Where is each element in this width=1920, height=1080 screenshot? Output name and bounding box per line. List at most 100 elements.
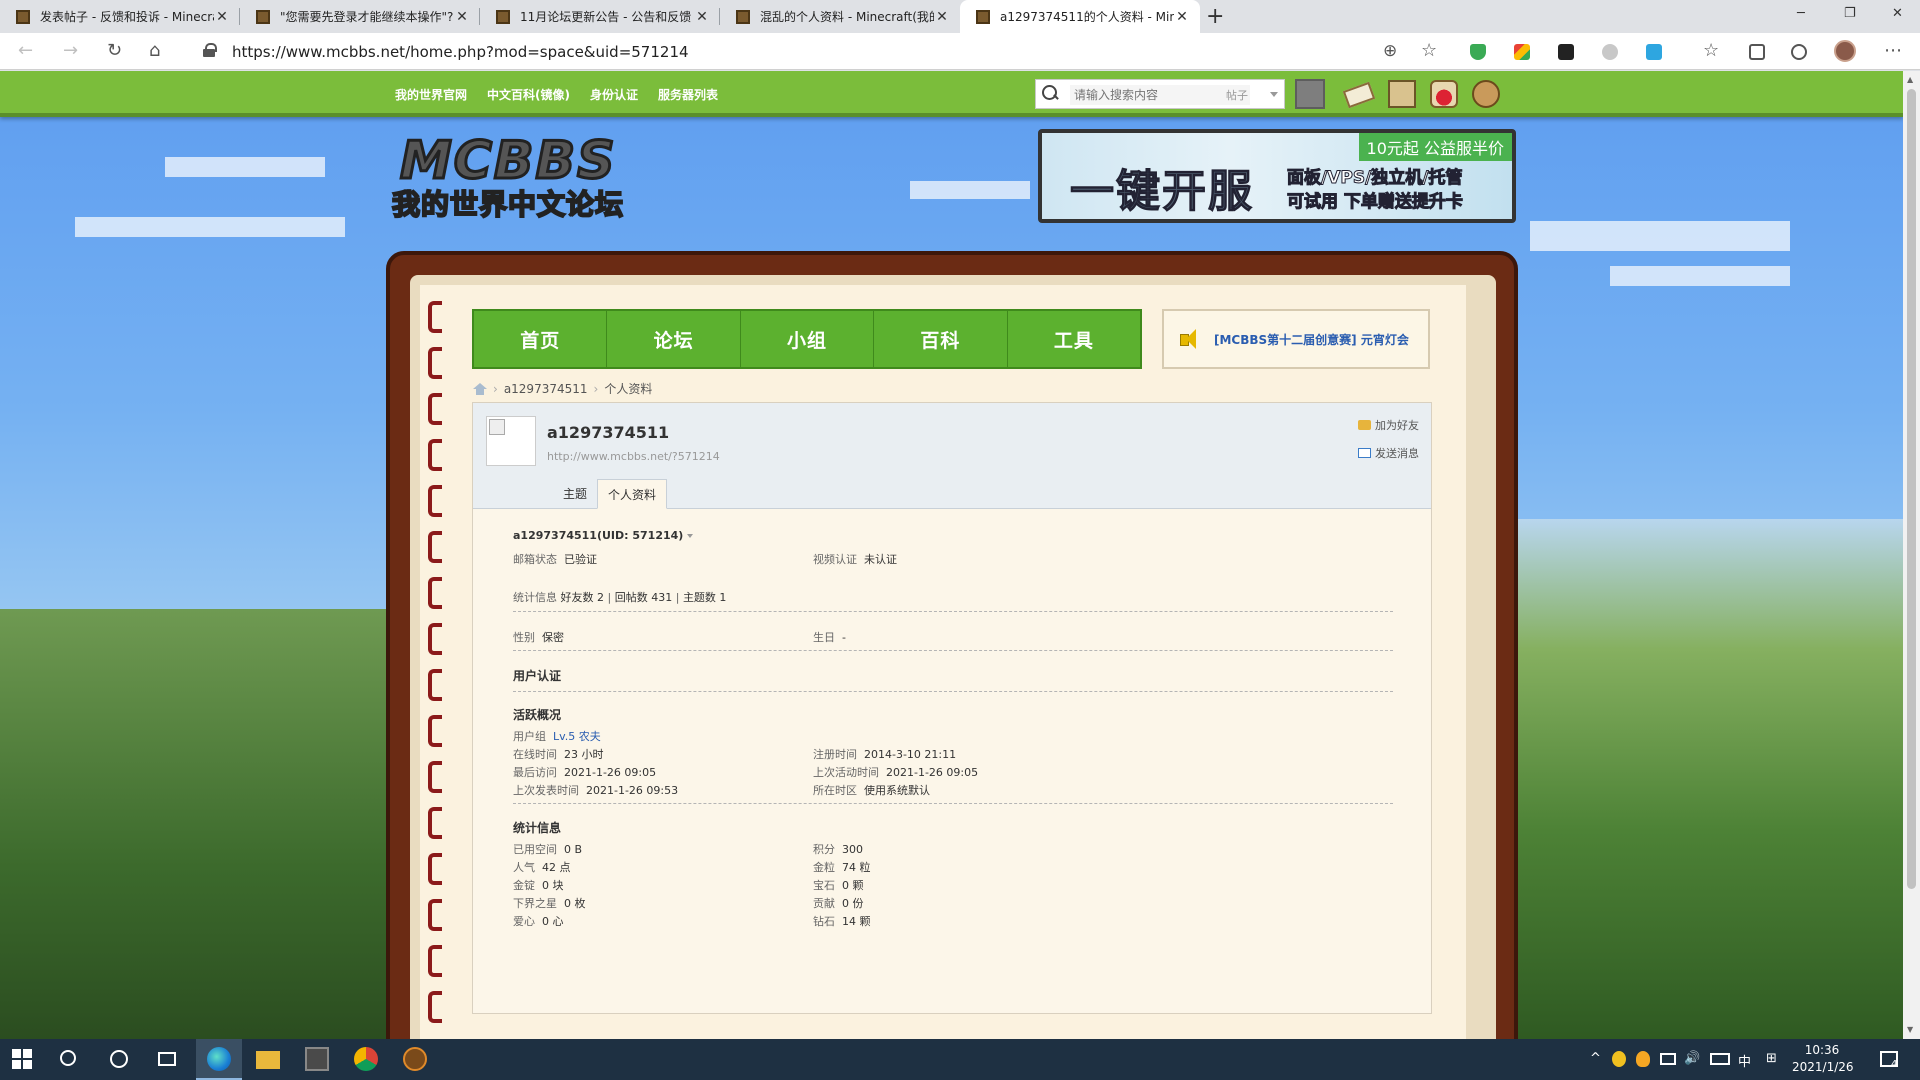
announcement-link[interactable]: [MCBBS第十二届创意赛] 元宵灯会 <box>1214 331 1409 348</box>
page-scrollbar[interactable]: ▲ ▼ <box>1903 71 1920 1039</box>
search-icon[interactable] <box>1042 85 1058 101</box>
site-search: 帖子 <box>1035 79 1285 109</box>
more-menu-icon[interactable]: ⋯ <box>1884 40 1902 61</box>
nav-forum[interactable]: 论坛 <box>607 311 741 367</box>
top-link-official[interactable]: 我的世界官网 <box>395 86 467 103</box>
stat-label: 宝石 <box>813 879 835 892</box>
nav-wiki[interactable]: 百科 <box>874 311 1008 367</box>
maximize-icon[interactable]: ❐ <box>1844 6 1856 21</box>
browser-tab[interactable]: "您需要先登录才能继续本操作"? ✕ <box>240 0 480 33</box>
search-button[interactable] <box>1295 79 1325 109</box>
nav-groups[interactable]: 小组 <box>741 311 875 367</box>
ad-banner[interactable]: 一键开服 10元起 公益服半价 面板/VPS/独立机/托管 可试用 下单赠送提升… <box>1038 129 1516 223</box>
stats-separator: | <box>607 591 612 604</box>
extension-icon[interactable] <box>1514 44 1530 60</box>
send-message-label: 发送消息 <box>1375 447 1419 460</box>
friend-count-link[interactable]: 好友数 2 <box>561 591 605 604</box>
search-category-select[interactable]: 帖子 <box>1226 87 1248 103</box>
send-message-button[interactable]: 发送消息 <box>1358 445 1419 461</box>
search-icon[interactable] <box>60 1050 76 1066</box>
reply-count-link[interactable]: 回帖数 431 <box>615 591 673 604</box>
last-active-label: 上次活动时间 <box>813 766 879 779</box>
scroll-up-icon[interactable]: ▲ <box>1907 75 1913 84</box>
shield-extension-icon[interactable] <box>1470 44 1486 60</box>
chevron-down-icon[interactable] <box>687 534 694 538</box>
store-icon[interactable] <box>305 1047 329 1071</box>
back-icon[interactable]: ← <box>18 40 33 61</box>
clock[interactable]: 10:36 2021/1/26 <box>1792 1042 1854 1076</box>
map-icon[interactable] <box>1342 81 1376 109</box>
crafting-box-icon[interactable] <box>1388 80 1416 108</box>
favorite-star-icon[interactable]: ☆ <box>1421 40 1437 61</box>
register-value: 2014-3-10 21:11 <box>864 748 957 761</box>
collections-icon[interactable] <box>1749 44 1765 60</box>
app-icon[interactable] <box>403 1047 427 1071</box>
file-explorer-icon[interactable] <box>256 1051 280 1069</box>
tab-close-icon[interactable]: ✕ <box>1174 9 1190 25</box>
network-icon[interactable] <box>1660 1053 1676 1065</box>
profile-avatar-icon[interactable] <box>1834 40 1856 62</box>
avatar[interactable] <box>486 416 536 466</box>
breadcrumb-user[interactable]: a1297374511 <box>504 382 588 396</box>
binding-ring-icon <box>428 807 442 839</box>
favorites-icon[interactable]: ☆ <box>1703 40 1719 61</box>
volume-icon[interactable]: 🔊 <box>1684 1051 1700 1066</box>
top-link-servers[interactable]: 服务器列表 <box>658 86 718 103</box>
nav-tools[interactable]: 工具 <box>1008 311 1140 367</box>
new-tab-icon[interactable]: + <box>1206 4 1224 29</box>
ime-indicator[interactable]: 中 <box>1738 1051 1751 1070</box>
extension-badge-icon[interactable] <box>1558 44 1574 60</box>
tab-close-icon[interactable]: ✕ <box>214 9 230 25</box>
ime-mode-icon[interactable]: ⊞ <box>1766 1051 1777 1066</box>
reload-icon[interactable]: ↻ <box>107 40 122 61</box>
search-input[interactable] <box>1070 85 1250 105</box>
group-value-link[interactable]: Lv.5 农夫 <box>553 730 601 743</box>
tray-expand-icon[interactable]: ^ <box>1590 1051 1601 1066</box>
task-view-icon[interactable] <box>158 1052 176 1066</box>
keyboard-icon[interactable] <box>1710 1053 1730 1065</box>
url-text[interactable]: https://www.mcbbs.net/home.php?mod=space… <box>232 43 689 61</box>
tab-close-icon[interactable]: ✕ <box>454 9 470 25</box>
scroll-down-icon[interactable]: ▼ <box>1907 1025 1913 1034</box>
browser-tab-active[interactable]: a1297374511的个人资料 - Mine ✕ <box>960 0 1200 33</box>
cortana-icon[interactable] <box>110 1050 128 1068</box>
tray-app-icon[interactable] <box>1636 1051 1650 1067</box>
address-bar[interactable]: https://www.mcbbs.net/home.php?mod=space… <box>190 38 1410 65</box>
edge-browser-icon[interactable] <box>207 1047 231 1071</box>
tab-close-icon[interactable]: ✕ <box>694 9 710 25</box>
qq-icon[interactable] <box>1612 1051 1626 1067</box>
potion-icon[interactable] <box>1430 80 1458 108</box>
share-icon[interactable] <box>1791 44 1807 60</box>
window-close-icon[interactable]: ✕ <box>1892 6 1903 21</box>
start-icon[interactable] <box>12 1049 32 1069</box>
chevron-down-icon[interactable] <box>1270 92 1278 97</box>
extension-icon[interactable] <box>1646 44 1662 60</box>
add-site-icon[interactable]: ⊕ <box>1383 41 1397 61</box>
browser-tab[interactable]: 发表帖子 - 反馈和投诉 - Minecra ✕ <box>0 0 240 33</box>
tab-close-icon[interactable]: ✕ <box>934 9 950 25</box>
thread-count-link[interactable]: 主题数 1 <box>683 591 727 604</box>
top-link-verify[interactable]: 身份认证 <box>590 86 638 103</box>
last-active-value: 2021-1-26 09:05 <box>886 766 979 779</box>
home-icon[interactable]: ⌂ <box>149 40 160 61</box>
site-top-links: 我的世界官网 中文百科(镜像) 身份认证 服务器列表 <box>395 86 718 103</box>
minimize-icon[interactable]: ─ <box>1797 6 1805 21</box>
cookie-icon[interactable] <box>1472 80 1500 108</box>
top-link-wiki[interactable]: 中文百科(镜像) <box>487 86 570 103</box>
browser-tab[interactable]: 11月论坛更新公告 - 公告和反馈 ✕ <box>480 0 720 33</box>
profile-url[interactable]: http://www.mcbbs.net/?571214 <box>547 450 720 463</box>
extension-icon[interactable] <box>1602 44 1618 60</box>
stat-row: 爱心 0 心 钻石 14 颗 <box>513 913 1393 929</box>
chrome-icon[interactable] <box>354 1047 378 1071</box>
tab-profile[interactable]: 个人资料 <box>597 479 668 509</box>
browser-tab[interactable]: 混乱的个人资料 - Minecraft(我的 ✕ <box>720 0 960 33</box>
forward-icon[interactable]: → <box>63 40 78 61</box>
scrollbar-thumb[interactable] <box>1907 89 1916 889</box>
nav-home[interactable]: 首页 <box>474 311 608 367</box>
cloud-decoration <box>1530 221 1790 251</box>
binding-ring-icon <box>428 531 442 563</box>
tab-threads[interactable]: 主题 <box>553 479 597 509</box>
home-icon[interactable] <box>473 382 487 395</box>
mcbbs-logo[interactable]: MCBBS 我的世界中文论坛 <box>391 130 657 223</box>
add-friend-button[interactable]: 加为好友 <box>1358 417 1419 433</box>
